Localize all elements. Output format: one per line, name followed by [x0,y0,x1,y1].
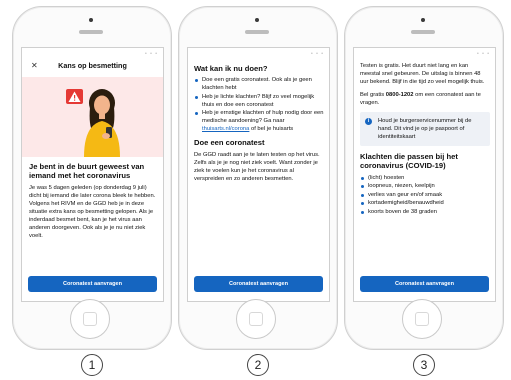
list-item: verlies van geur en/of smaak [360,191,490,199]
status-dots: • • • [144,51,158,57]
advice-list: Doe een gratis coronatest. Ook als je ge… [194,76,324,133]
status-dots: • • • [310,51,324,57]
list-item: Doe een gratis coronatest. Ook als je ge… [194,76,324,92]
nav-header: ✕ Kans op besmetting [22,59,163,73]
phone-number[interactable]: 0800-1202 [386,92,414,98]
phone-1: • • • ✕ Kans op besmetting Je bent in de… [12,6,172,350]
home-button[interactable] [236,299,276,339]
home-button[interactable] [70,299,110,339]
thuisarts-link[interactable]: thuisarts.nl/corona [202,126,249,132]
home-button[interactable] [402,299,442,339]
step-number-2: 2 [247,354,269,376]
list-item: (licht) hoesten [360,174,490,182]
request-test-button[interactable]: Coronatest aanvragen [28,276,157,292]
list-item: Heb je lichte klachten? Blijf zo veel mo… [194,93,324,109]
request-test-button[interactable]: Coronatest aanvragen [360,276,489,292]
request-test-button[interactable]: Coronatest aanvragen [194,276,323,292]
list-item-text: Heb je ernstige klachten of hulp nodig d… [202,110,324,125]
alert-heading: Je bent in de buurt geweest van iemand m… [29,162,145,181]
info-icon: i [365,118,372,125]
illustration-banner [22,77,163,157]
symptoms-heading: Klachten die passen bij het coronavirus … [360,152,458,171]
alert-body: Je was 5 dagen geleden (op donderdag 9 j… [29,184,156,239]
screen-1: • • • ✕ Kans op besmetting Je bent in de… [21,47,164,302]
phone-2: • • • Wat kan ik nu doen? Doe een gratis… [178,6,338,350]
screen-2: • • • Wat kan ik nu doen? Doe een gratis… [187,47,330,302]
person-with-phone-warning-illustration [66,89,120,157]
test-heading: Doe een coronatest [194,138,265,148]
speaker-grille [411,30,435,34]
front-camera [421,18,425,22]
list-item: loopneus, niezen, keelpijn [360,182,490,190]
step-number-3: 3 [413,354,435,376]
list-item: kortademigheid/benauwdheid [360,199,490,207]
front-camera [255,18,259,22]
list-item-tail: of bel je huisarts [249,126,294,133]
what-to-do-heading: Wat kan ik nu doen? [194,64,268,73]
status-dots: • • • [476,51,490,57]
warning-icon [66,89,83,104]
speaker-grille [245,30,269,34]
step-number-1: 1 [81,354,103,376]
symptoms-list: (licht) hoesten loopneus, niezen, keelpi… [360,174,490,216]
page-title: Kans op besmetting [58,61,127,70]
call-text: Bel gratis 0800-1202 om een coronatest a… [360,91,490,107]
info-text: Houd je burgerservicenummer bij de hand.… [378,118,472,140]
speaker-grille [79,30,103,34]
call-text-pre: Bel gratis [360,92,386,98]
test-body: De GGD raadt aan je te laten testen op h… [194,151,320,182]
screen-3: • • • Testen is gratis. Het duurt niet l… [353,47,496,302]
info-box: i Houd je burgerservicenummer bij de han… [360,112,490,146]
front-camera [89,18,93,22]
list-item: koorts boven de 38 graden [360,208,490,216]
test-info-text: Testen is gratis. Het duurt niet lang en… [360,63,485,85]
phone-3: • • • Testen is gratis. Het duurt niet l… [344,6,504,350]
list-item: Heb je ernstige klachten of hulp nodig d… [194,109,324,133]
